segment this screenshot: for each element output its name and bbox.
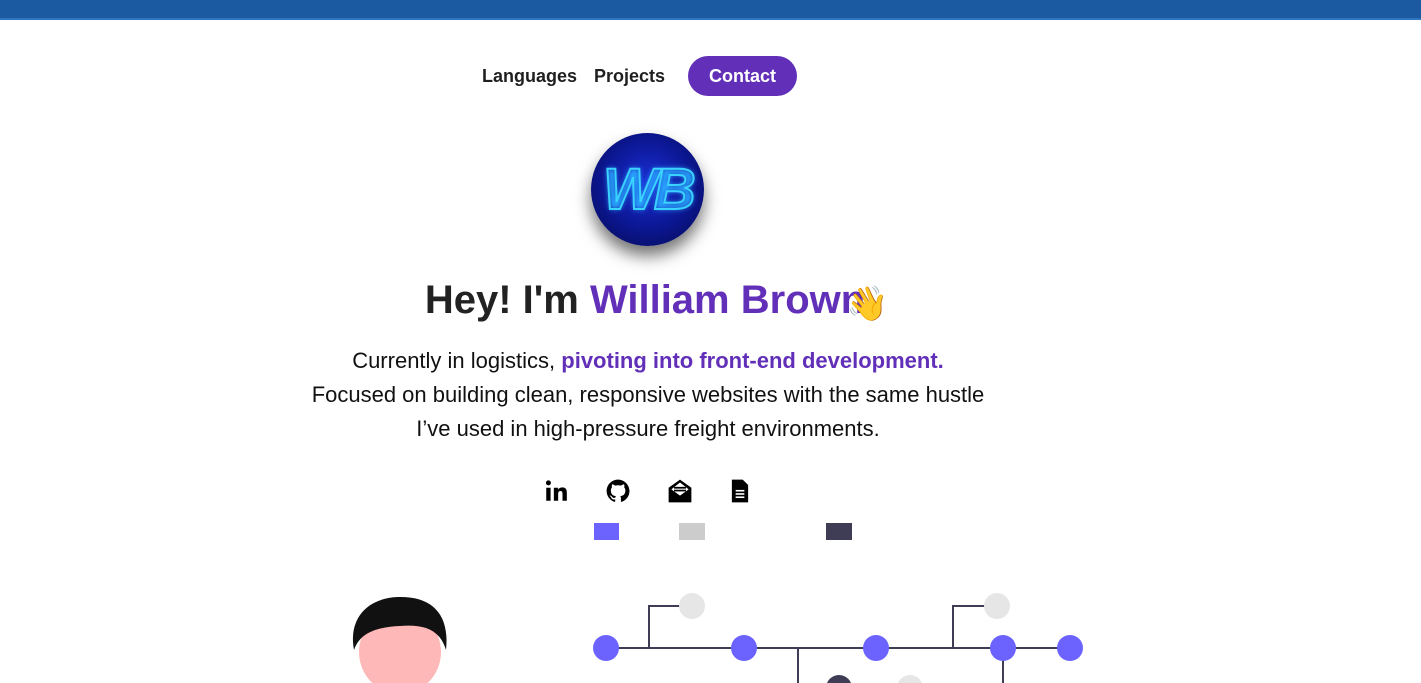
waving-hand-icon: 👋 bbox=[846, 285, 889, 323]
illustration-block-dark bbox=[826, 523, 852, 540]
contact-button[interactable]: Contact bbox=[688, 56, 797, 96]
hero-intro: Currently in logistics, pivoting into fr… bbox=[310, 344, 986, 446]
greeting-text: Hey! I'm bbox=[424, 278, 590, 322]
hero-name: William Brown bbox=[589, 278, 866, 322]
profile-avatar: WB bbox=[591, 133, 704, 246]
illustration-person bbox=[352, 596, 447, 683]
avatar-monogram: WB bbox=[602, 156, 697, 223]
hero-illustration bbox=[352, 523, 1083, 683]
main-nav: Languages Projects Contact bbox=[0, 56, 1421, 96]
illustration-block-purple bbox=[594, 523, 619, 540]
intro-text-end: Focused on building clean, responsive we… bbox=[311, 382, 985, 441]
intro-text-start: Currently in logistics, bbox=[352, 348, 562, 373]
illustration-block-gray bbox=[679, 523, 705, 540]
intro-highlight: pivoting into front-end development. bbox=[561, 348, 944, 373]
nav-languages-link[interactable]: Languages bbox=[482, 56, 577, 96]
hero-headline: Hey! I'm William Brown bbox=[0, 278, 1290, 323]
top-bar bbox=[0, 0, 1421, 20]
nav-projects-link[interactable]: Projects bbox=[594, 56, 665, 96]
